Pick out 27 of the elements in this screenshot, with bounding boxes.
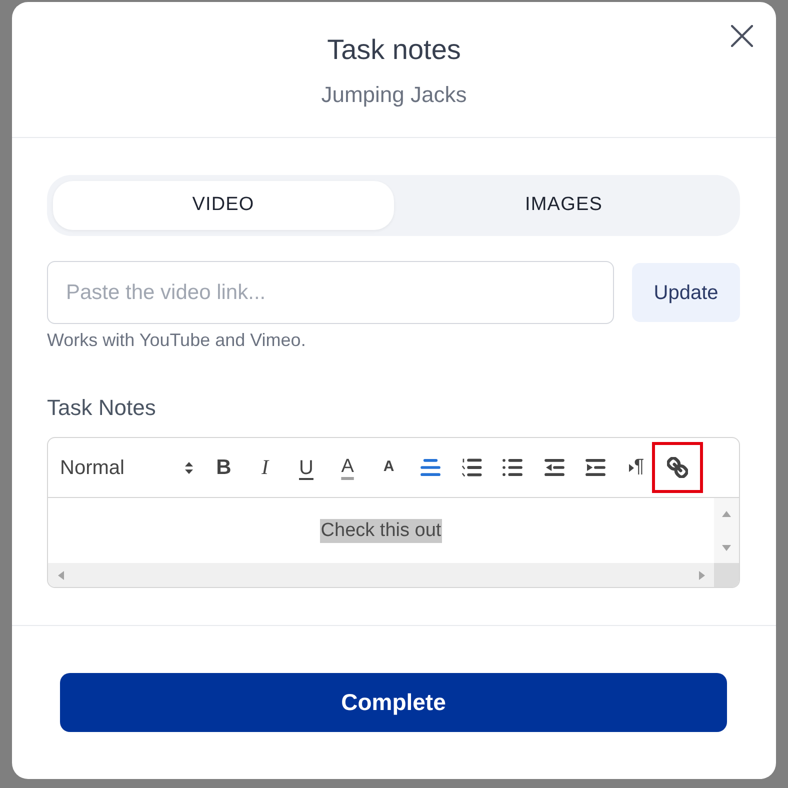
dialog-title: Task notes [327,33,461,67]
helper-text: Works with YouTube and Vimeo. [47,329,307,351]
complete-button[interactable]: Complete [60,673,727,732]
dialog-subtitle: Jumping Jacks [321,81,467,109]
tab[interactable]: IMAGES [394,181,734,230]
numbered-list-icon [460,458,482,477]
header-dropdown[interactable]: Normal [60,448,203,488]
caret-icon [629,464,634,472]
italic-button[interactable]: I [244,448,286,488]
underline-button[interactable]: U [286,448,327,488]
tab[interactable]: VIDEO [53,181,394,230]
update-button[interactable]: Update [632,263,740,322]
text-color-button[interactable]: A [326,448,368,488]
close-icon [731,25,753,47]
bold-button[interactable]: B [203,448,244,488]
align-center-icon [420,459,441,476]
video-link-field[interactable]: Paste the video link... [47,261,614,324]
close-button[interactable] [730,24,754,48]
text-direction-button[interactable]: ¶ [616,448,658,488]
up-down-caret-icon [185,462,193,474]
field-label: Task Notes [47,395,157,421]
bullet-list-icon [502,459,524,476]
editor-text: Check this out [320,518,442,542]
link-icon [667,457,688,478]
outdent-icon [544,459,565,476]
background-color-button[interactable]: A [368,448,410,488]
indent-icon [584,459,606,476]
